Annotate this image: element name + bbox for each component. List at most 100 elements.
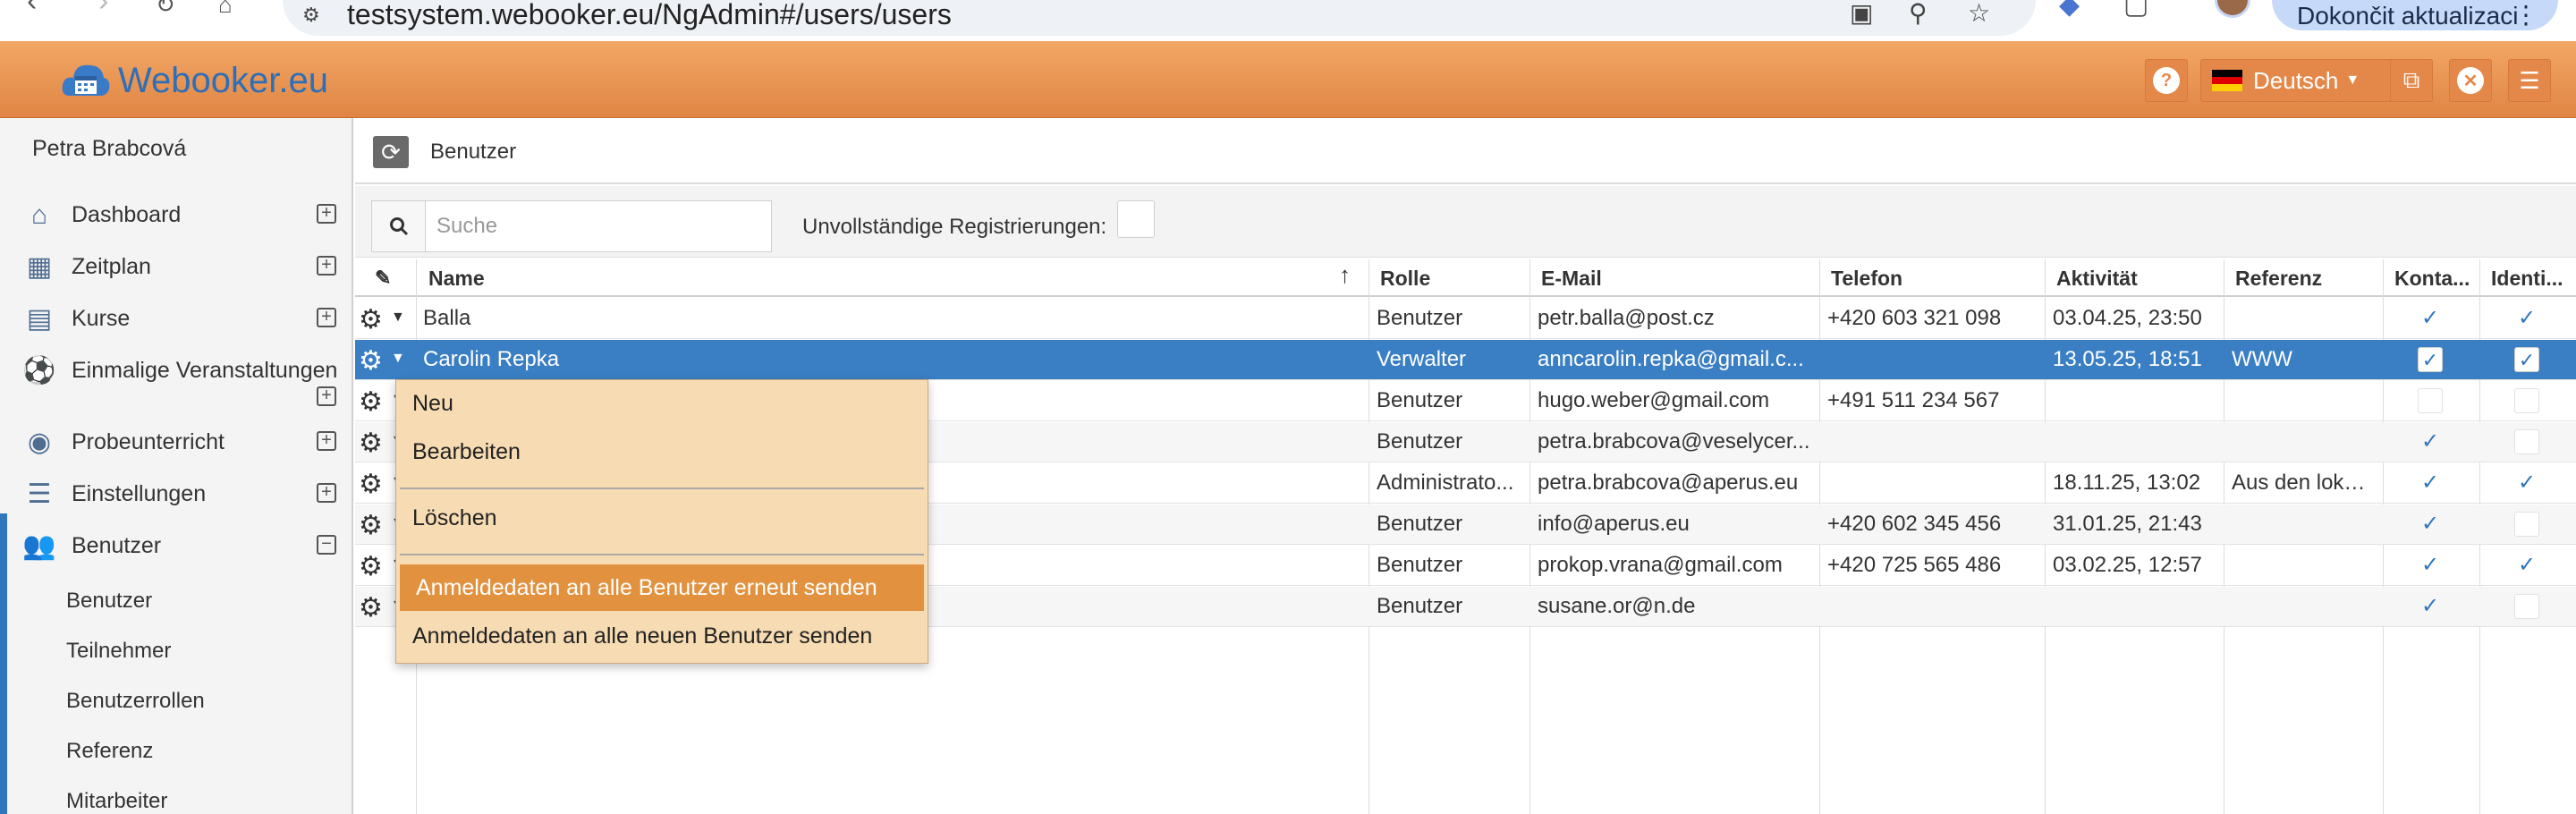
back-icon[interactable]: ‹ — [27, 0, 37, 19]
menu-item-send-credentials-new[interactable]: Anmeldedaten an alle neuen Benutzer send… — [396, 613, 928, 659]
checkbox-unchecked — [2514, 388, 2539, 413]
menu-item-bearbeiten[interactable]: Bearbeiten — [396, 428, 928, 475]
german-flag-icon — [2212, 70, 2242, 91]
table-row[interactable]: ⚙ ▼ Balla Benutzer petr.balla@post.cz +42… — [355, 299, 2576, 339]
profile-avatar[interactable] — [2215, 0, 2250, 18]
cell-email: info@aperus.eu — [1538, 512, 1690, 536]
expand-icon[interactable]: + — [317, 204, 336, 224]
search-icon[interactable]: ⚲ — [1909, 0, 1928, 28]
sidebar-subitem-benutzerrollen[interactable]: Benutzerrollen — [66, 689, 205, 714]
sidebar-item-einmalige-veranstaltungen[interactable]: ⚽ Einmalige Veranstaltungen + — [0, 345, 352, 413]
soccer-ball-icon: ⚽ — [22, 356, 56, 386]
calendar-icon: ▦ — [26, 252, 53, 282]
collapse-icon[interactable]: − — [317, 535, 336, 555]
gear-icon[interactable]: ⚙ — [359, 469, 383, 500]
address-bar[interactable]: ⚙ testsystem.webooker.eu/NgAdmin#/users/… — [283, 0, 2036, 36]
translate-icon[interactable]: ▣ — [1850, 0, 1873, 28]
gear-icon[interactable]: ⚙ — [359, 551, 383, 582]
column-header-name[interactable]: Name — [421, 259, 492, 295]
sidebar-subitem-benutzer[interactable]: Benutzer — [66, 589, 152, 614]
external-link-icon: ⧉ — [2402, 66, 2420, 93]
cell-email: prokop.vrana@gmail.com — [1538, 553, 1783, 577]
reload-icon[interactable]: ↻ — [156, 0, 175, 19]
column-header-email[interactable]: E-Mail — [1534, 259, 1609, 295]
refresh-button[interactable]: ⟳ — [373, 136, 409, 168]
help-button[interactable]: ? — [2145, 59, 2188, 102]
brand-name: Webooker.eu — [118, 60, 328, 100]
cell-email: petr.balla@post.cz — [1538, 306, 1715, 330]
column-header-ident[interactable]: Identi... — [2484, 259, 2573, 295]
menu-item-neu[interactable]: Neu — [396, 380, 928, 427]
column-header-referenz[interactable]: Referenz — [2228, 259, 2329, 295]
bookmark-star-icon[interactable]: ☆ — [1968, 0, 1990, 28]
cell-activity: 03.04.25, 23:50 — [2053, 306, 2202, 330]
cell-activity — [2047, 422, 2223, 462]
cell-referenz — [2226, 505, 2382, 545]
cell-role: Verwalter — [1377, 347, 1467, 371]
page-title: Benutzer — [430, 140, 517, 164]
sidebar-item-label: Einmalige Veranstaltungen — [72, 358, 338, 383]
column-header-telefon[interactable]: Telefon — [1824, 259, 1910, 295]
sidebar-item-label: Zeitplan — [72, 254, 151, 279]
expand-icon[interactable]: + — [317, 308, 336, 327]
gear-icon[interactable]: ⚙ — [359, 386, 383, 418]
caret-down-icon[interactable]: ▼ — [391, 309, 405, 326]
incomplete-registrations-checkbox[interactable] — [1117, 200, 1155, 238]
sidebar-subitem-teilnehmer[interactable]: Teilnehmer — [66, 639, 171, 664]
menu-item-loeschen[interactable]: Löschen — [396, 495, 928, 541]
column-header-rolle[interactable]: Rolle — [1373, 259, 1437, 295]
gear-icon[interactable]: ⚙ — [359, 304, 383, 335]
close-button[interactable]: ✕ — [2449, 59, 2492, 102]
search-input[interactable] — [428, 201, 769, 251]
sidebar-item-probeunterricht[interactable]: ◉ Probeunterricht + — [0, 417, 352, 467]
sidebar-item-dashboard[interactable]: ⌂ Dashboard + — [0, 190, 352, 240]
sidebar-item-benutzer[interactable]: 👥 Benutzer − — [0, 521, 352, 571]
cell-email: hugo.weber@gmail.com — [1538, 388, 1770, 412]
sort-arrow-icon[interactable]: ↑ — [1339, 261, 1351, 289]
cell-phone — [1822, 422, 2044, 462]
expand-icon[interactable]: + — [317, 256, 336, 276]
logo[interactable]: Webooker.eu — [61, 54, 328, 107]
sidebar-item-zeitplan[interactable]: ▦ Zeitplan + — [0, 242, 352, 292]
checkbox-checked[interactable]: ✓ — [2418, 347, 2443, 372]
sliders-icon: ☰ — [27, 479, 52, 509]
cell-role: Benutzer — [1377, 429, 1463, 454]
gear-icon[interactable]: ⚙ — [359, 510, 383, 541]
table-row-selected[interactable]: ⚙ ▼ Carolin Repka Verwalter anncarolin.re… — [355, 340, 2576, 380]
home-icon[interactable]: ⌂ — [218, 0, 233, 19]
forward-icon[interactable]: › — [98, 0, 108, 19]
sidebar-subitem-mitarbeiter[interactable]: Mitarbeiter — [66, 789, 167, 814]
sidebar-subitem-referenz[interactable]: Referenz — [66, 739, 153, 764]
expand-icon[interactable]: + — [317, 386, 336, 406]
checkbox-checked[interactable]: ✓ — [2514, 347, 2539, 372]
url-text[interactable]: testsystem.webooker.eu/NgAdmin#/users/us… — [347, 0, 952, 31]
menu-item-resend-credentials-all[interactable]: Anmeldedaten an alle Benutzer erneut sen… — [400, 564, 924, 611]
column-header-kontakt[interactable]: Konta... — [2387, 259, 2477, 295]
checkbox-unchecked — [2418, 388, 2443, 413]
cell-referenz — [2226, 422, 2382, 462]
column-header-aktivitaet[interactable]: Aktivität — [2049, 259, 2145, 295]
menu-button[interactable]: ☰ — [2508, 59, 2551, 102]
cell-email: susane.or@n.de — [1538, 594, 1696, 618]
checkbox-unchecked — [2514, 429, 2539, 454]
more-vert-icon[interactable]: ⋮ — [2513, 0, 2538, 30]
expand-icon[interactable]: + — [317, 483, 336, 503]
check-icon: ✓ — [2420, 594, 2440, 618]
extensions-puzzle-icon[interactable]: ▢ — [2123, 0, 2148, 21]
sidebar-item-einstellungen[interactable]: ☰ Einstellungen + — [0, 469, 352, 519]
cell-phone — [1822, 340, 2044, 380]
edit-columns-icon[interactable]: ✎ — [368, 259, 398, 295]
gear-icon[interactable]: ⚙ — [359, 592, 383, 623]
gear-icon[interactable]: ⚙ — [359, 345, 383, 377]
expand-icon[interactable]: + — [317, 431, 336, 451]
external-link-button[interactable]: ⧉ — [2390, 59, 2433, 102]
sidebar-item-kurse[interactable]: ▤ Kurse + — [0, 293, 352, 343]
update-button[interactable]: Dokončit aktualizaci ⋮ — [2272, 0, 2558, 30]
update-label: Dokončit aktualizaci — [2297, 2, 2519, 30]
gear-icon[interactable]: ⚙ — [359, 428, 383, 459]
check-icon: ✓ — [2517, 306, 2537, 330]
caret-down-icon[interactable]: ▼ — [391, 351, 405, 367]
extension-icon[interactable]: ◆ — [2059, 0, 2080, 21]
cell-role: Benutzer — [1377, 594, 1463, 618]
site-settings-icon[interactable]: ⚙ — [302, 4, 320, 27]
